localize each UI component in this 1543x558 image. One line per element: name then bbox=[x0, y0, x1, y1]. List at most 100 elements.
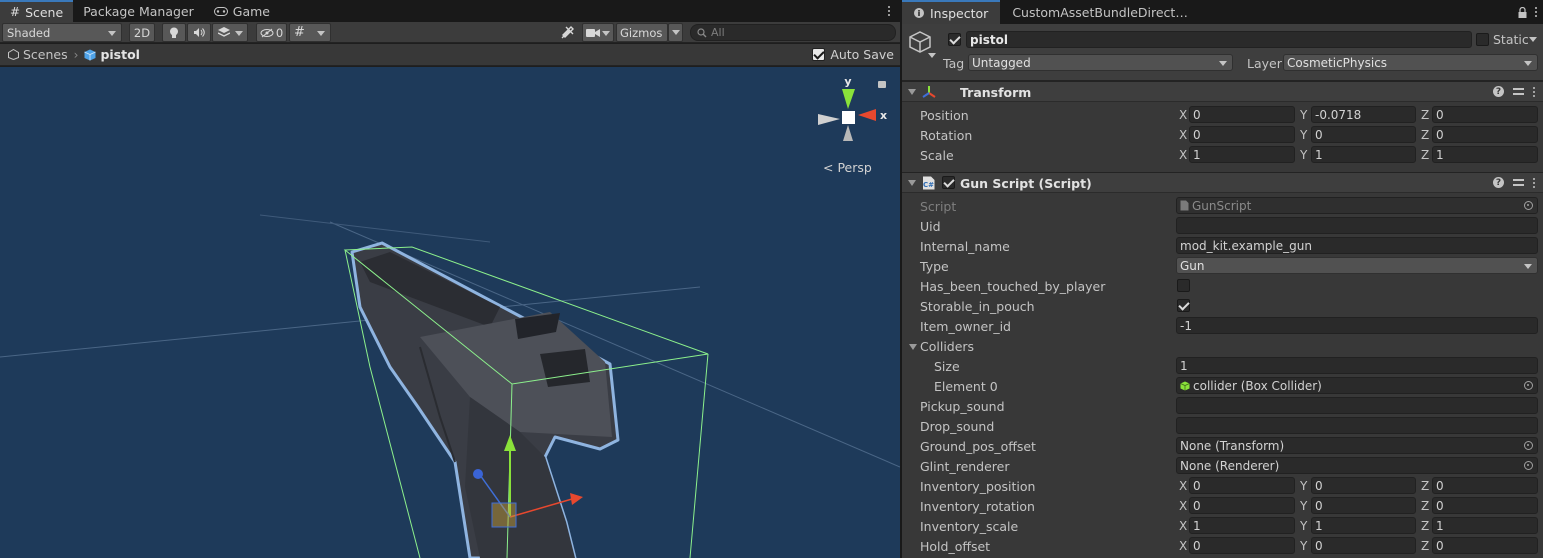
position-x-input[interactable]: 0 bbox=[1189, 106, 1295, 123]
rotation-x-input[interactable]: 0 bbox=[1189, 126, 1295, 143]
kebab-menu-icon[interactable] bbox=[1533, 177, 1535, 188]
orientation-gizmo[interactable]: y x bbox=[818, 75, 887, 141]
active-checkbox[interactable] bbox=[948, 33, 961, 46]
tab-custom-asset-bundle[interactable]: CustomAssetBundleDirect… bbox=[1000, 0, 1200, 24]
draw-mode-dropdown[interactable]: Shaded bbox=[2, 23, 122, 42]
z-axis-label[interactable]: Z bbox=[1421, 519, 1429, 533]
colliders-foldout-arrow-icon[interactable] bbox=[909, 344, 917, 350]
y-axis-label[interactable]: Y bbox=[1300, 108, 1307, 122]
object-picker-icon[interactable] bbox=[1524, 381, 1533, 390]
breadcrumb-pistol[interactable]: pistol bbox=[84, 47, 140, 62]
projection-toggle[interactable]: < Persp bbox=[823, 160, 872, 175]
tab-inspector[interactable]: i Inspector bbox=[902, 0, 1001, 24]
presets-icon[interactable] bbox=[1513, 177, 1524, 188]
tab-scene[interactable]: # Scene bbox=[0, 0, 74, 22]
gun-script-header[interactable]: C# Gun Script (Script) ? bbox=[902, 172, 1543, 193]
y-axis-label[interactable]: Y bbox=[1300, 519, 1307, 533]
auto-save-checkbox[interactable] bbox=[812, 48, 826, 61]
gameobject-name-input[interactable]: pistol bbox=[966, 31, 1472, 48]
hold-offset-z-input[interactable]: 0 bbox=[1432, 537, 1538, 554]
foldout-arrow-icon[interactable] bbox=[908, 180, 916, 186]
hold-offset-x-input[interactable]: 0 bbox=[1189, 537, 1295, 554]
z-axis-label[interactable]: Z bbox=[1421, 479, 1429, 493]
ground-pos-offset-object-field[interactable]: None (Transform) bbox=[1176, 437, 1538, 454]
x-axis-label[interactable]: X bbox=[1179, 148, 1187, 162]
scene-tab-menu-button[interactable] bbox=[878, 0, 900, 22]
static-checkbox[interactable] bbox=[1476, 33, 1489, 46]
gizmos-dropdown-arrow[interactable] bbox=[668, 23, 683, 42]
gun-script-enabled-checkbox[interactable] bbox=[942, 176, 955, 189]
inventory-position-z-input[interactable]: 0 bbox=[1432, 477, 1538, 494]
inventory-position-y-input[interactable]: 0 bbox=[1311, 477, 1416, 494]
y-axis-label[interactable]: Y bbox=[1300, 539, 1307, 553]
scene-viewport[interactable]: y x < Persp bbox=[0, 67, 900, 558]
breadcrumb-scenes[interactable]: Scenes bbox=[8, 47, 68, 62]
hold-offset-y-input[interactable]: 0 bbox=[1311, 537, 1416, 554]
x-axis-label[interactable]: X bbox=[1179, 108, 1187, 122]
help-icon[interactable]: ? bbox=[1493, 177, 1504, 188]
audio-toggle-button[interactable] bbox=[187, 23, 211, 42]
uid-input[interactable] bbox=[1176, 217, 1538, 234]
colliders-size-input[interactable]: 1 bbox=[1176, 357, 1538, 374]
object-picker-icon[interactable] bbox=[1524, 441, 1533, 450]
inventory-scale-x-input[interactable]: 1 bbox=[1189, 517, 1295, 534]
toggle-2d-button[interactable]: 2D bbox=[129, 23, 155, 42]
scale-y-input[interactable]: 1 bbox=[1311, 146, 1416, 163]
inventory-rotation-z-input[interactable]: 0 bbox=[1432, 497, 1538, 514]
x-axis-label[interactable]: X bbox=[1179, 479, 1187, 493]
lock-icon[interactable] bbox=[1518, 6, 1527, 18]
x-axis-label[interactable]: X bbox=[1179, 499, 1187, 513]
rotation-y-input[interactable]: 0 bbox=[1311, 126, 1416, 143]
y-axis-label[interactable]: Y bbox=[1300, 479, 1307, 493]
z-axis-label[interactable]: Z bbox=[1421, 539, 1429, 553]
inventory-rotation-x-input[interactable]: 0 bbox=[1189, 497, 1295, 514]
inventory-scale-y-input[interactable]: 1 bbox=[1311, 517, 1416, 534]
x-axis-label[interactable]: X bbox=[1179, 539, 1187, 553]
inventory-rotation-y-input[interactable]: 0 bbox=[1311, 497, 1416, 514]
lighting-toggle-button[interactable] bbox=[162, 23, 186, 42]
static-dropdown-chevron-icon[interactable] bbox=[1529, 37, 1537, 42]
x-axis-label[interactable]: X bbox=[1179, 519, 1187, 533]
tab-game[interactable]: Game bbox=[204, 0, 280, 22]
kebab-menu-icon[interactable] bbox=[1535, 7, 1537, 17]
layer-dropdown[interactable]: CosmeticPhysics bbox=[1283, 54, 1538, 71]
inventory-scale-z-input[interactable]: 1 bbox=[1432, 517, 1538, 534]
scale-z-input[interactable]: 1 bbox=[1432, 146, 1538, 163]
tools-button[interactable] bbox=[556, 23, 578, 42]
internal-name-input[interactable]: mod_kit.example_gun bbox=[1176, 237, 1538, 254]
colliders-label[interactable]: Colliders bbox=[920, 339, 974, 354]
x-axis-label[interactable]: X bbox=[1179, 128, 1187, 142]
position-z-input[interactable]: 0 bbox=[1432, 106, 1538, 123]
owner-id-input[interactable]: -1 bbox=[1176, 317, 1538, 334]
icon-dropdown-chevron-icon[interactable] bbox=[928, 53, 936, 58]
type-dropdown[interactable]: Gun bbox=[1176, 257, 1538, 274]
z-axis-label[interactable]: Z bbox=[1421, 108, 1429, 122]
y-axis-label[interactable]: Y bbox=[1300, 499, 1307, 513]
pistol-model[interactable] bbox=[350, 241, 620, 558]
auto-save-toggle[interactable]: Auto Save bbox=[812, 47, 894, 62]
foldout-arrow-icon[interactable] bbox=[908, 89, 916, 95]
glint-renderer-object-field[interactable]: None (Renderer) bbox=[1176, 457, 1538, 474]
y-axis-label[interactable]: Y bbox=[1300, 128, 1307, 142]
scale-x-input[interactable]: 1 bbox=[1189, 146, 1295, 163]
kebab-menu-icon[interactable] bbox=[1533, 86, 1535, 97]
help-icon[interactable]: ? bbox=[1493, 86, 1504, 97]
tag-dropdown[interactable]: Untagged bbox=[968, 54, 1233, 71]
touched-checkbox[interactable] bbox=[1177, 279, 1190, 292]
scene-search-input[interactable]: All bbox=[690, 24, 896, 41]
storable-checkbox[interactable] bbox=[1177, 299, 1190, 312]
drop-sound-input[interactable] bbox=[1176, 417, 1538, 434]
presets-icon[interactable] bbox=[1513, 86, 1524, 97]
tab-package-manager[interactable]: Package Manager bbox=[73, 0, 204, 22]
position-y-input[interactable]: -0.0718 bbox=[1311, 106, 1416, 123]
effects-dropdown[interactable] bbox=[212, 23, 248, 42]
rotation-z-input[interactable]: 0 bbox=[1432, 126, 1538, 143]
z-axis-label[interactable]: Z bbox=[1421, 499, 1429, 513]
z-axis-label[interactable]: Z bbox=[1421, 128, 1429, 142]
transform-header[interactable]: Transform ? bbox=[902, 81, 1543, 102]
grid-snapping-dropdown[interactable]: # bbox=[289, 23, 331, 42]
inventory-position-x-input[interactable]: 0 bbox=[1189, 477, 1295, 494]
pickup-sound-input[interactable] bbox=[1176, 397, 1538, 414]
scene-visibility-toggle[interactable]: 0 bbox=[256, 23, 287, 42]
gizmos-button[interactable]: Gizmos bbox=[616, 23, 668, 42]
